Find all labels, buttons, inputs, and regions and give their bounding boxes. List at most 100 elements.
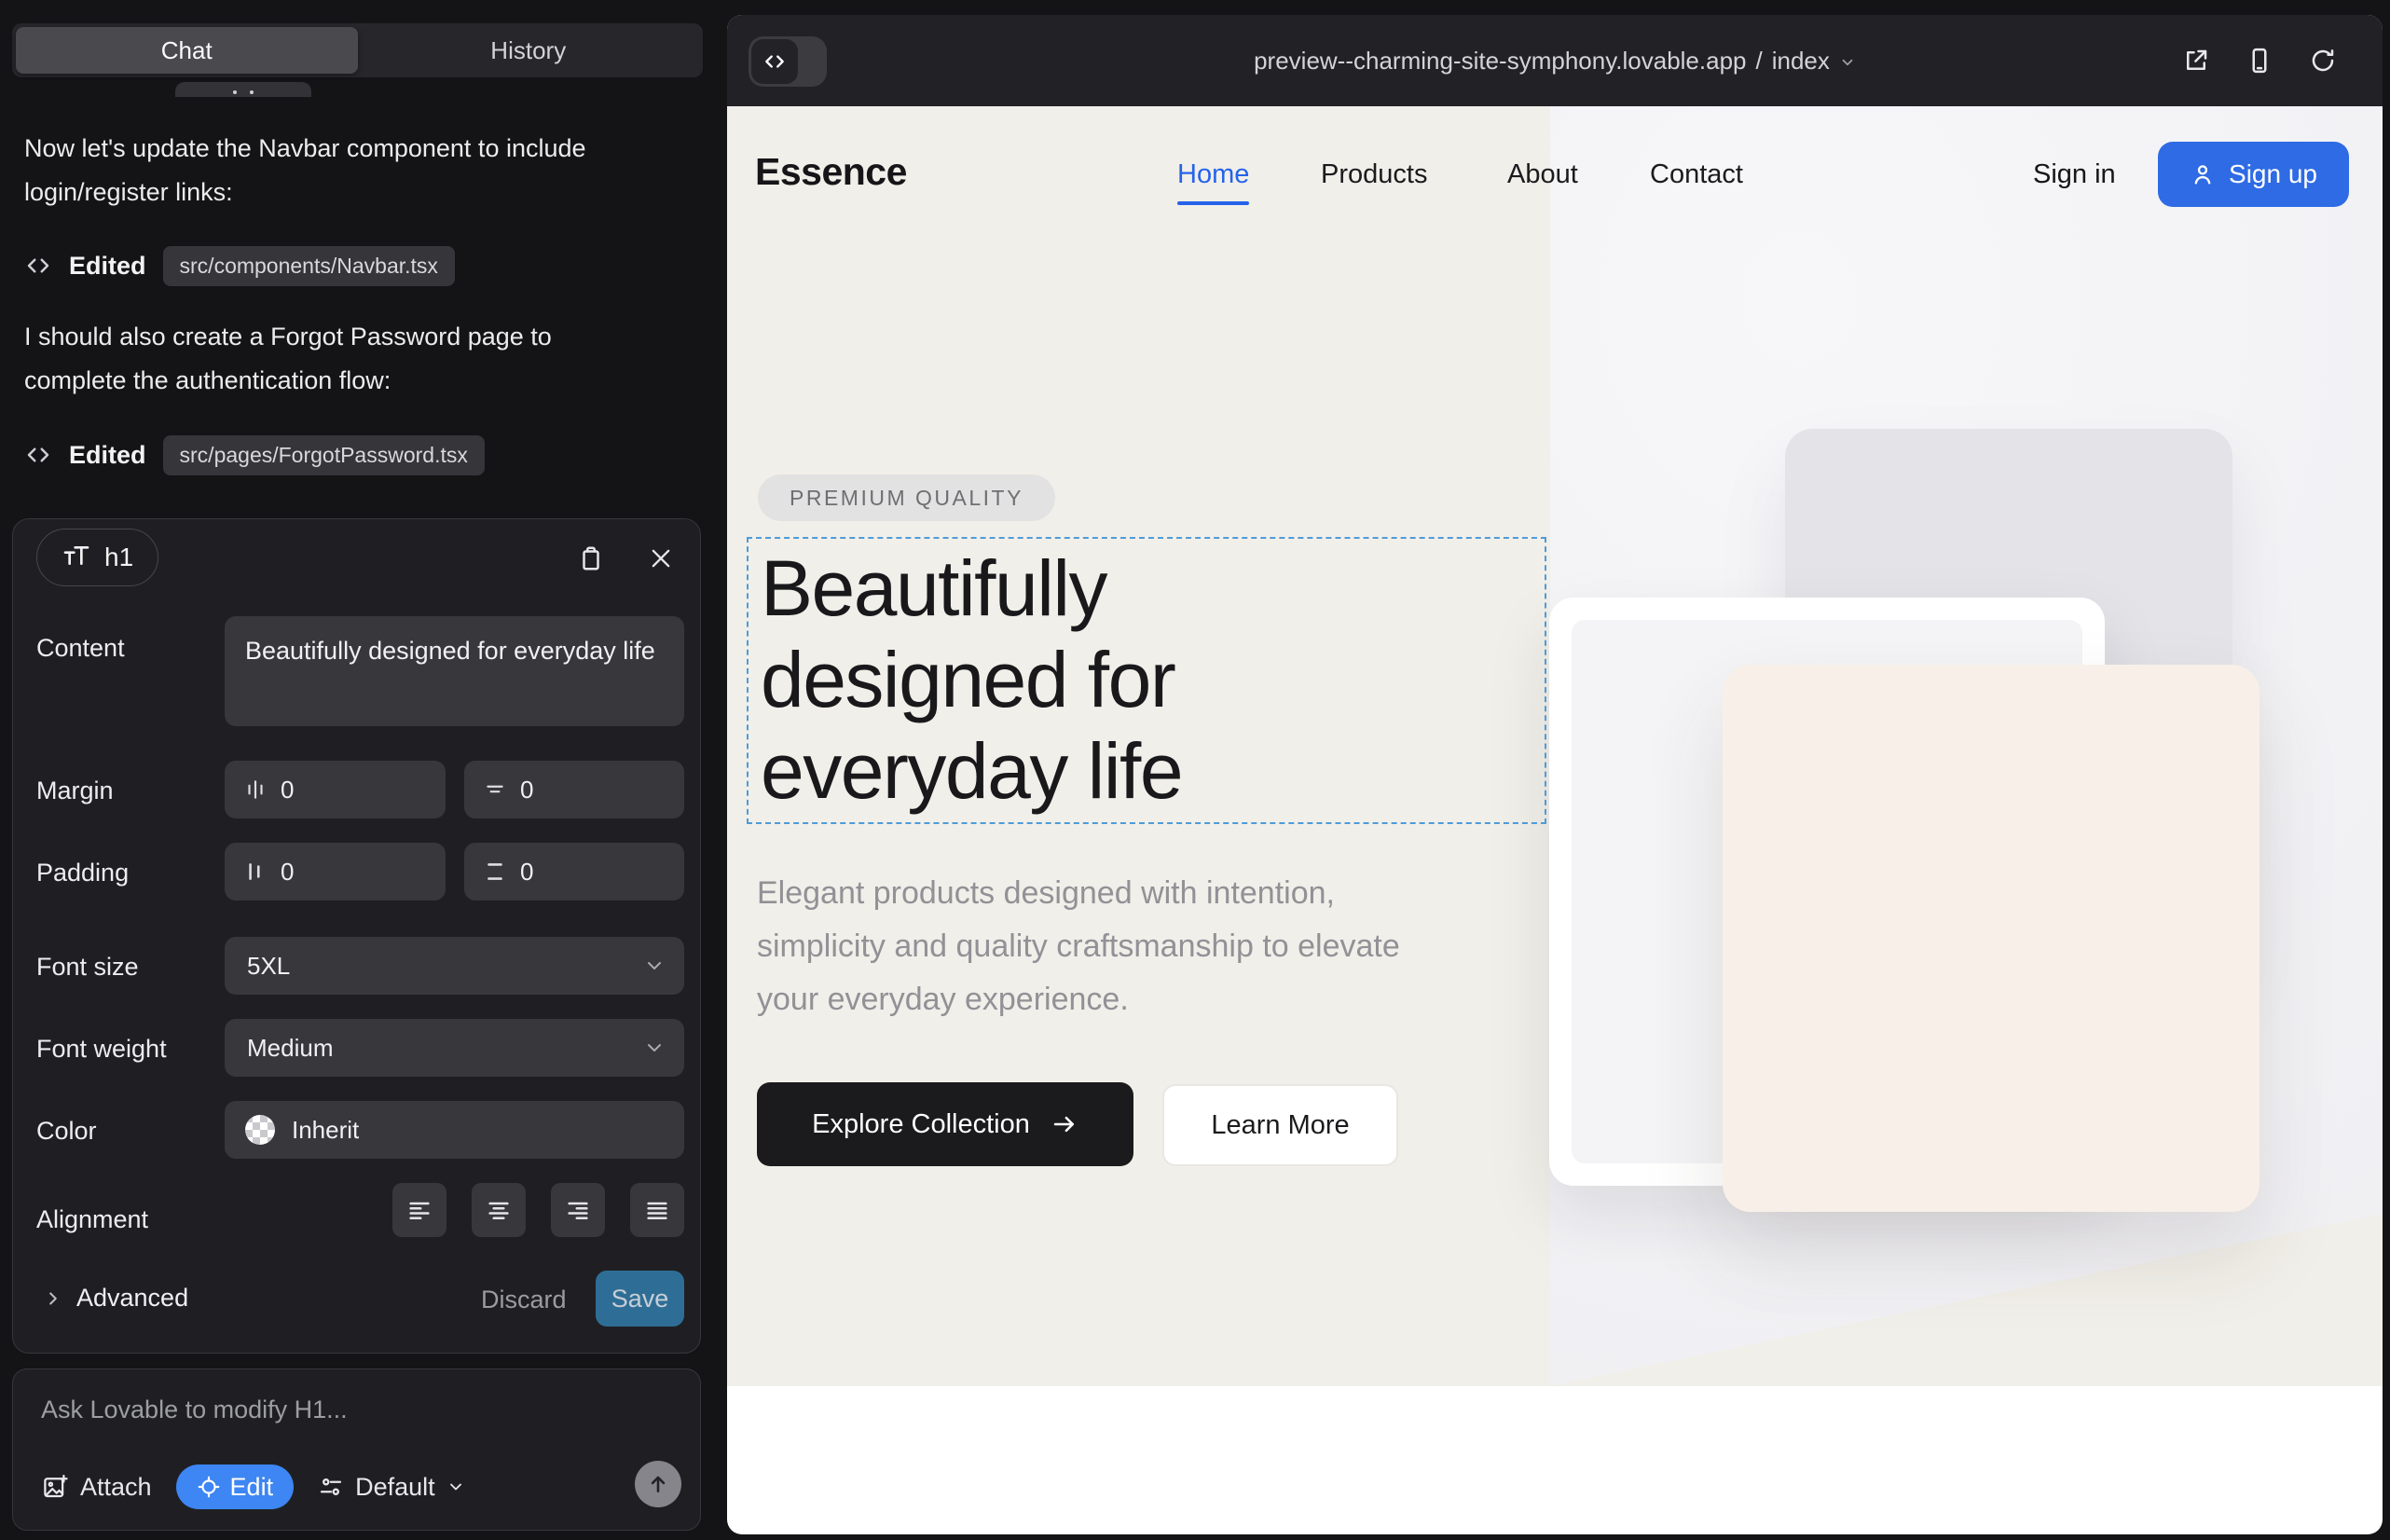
open-in-new-tab-button[interactable] (2177, 42, 2215, 79)
decor-card-cream (1723, 665, 2260, 1212)
edited-file-row: Edited src/components/Navbar.tsx (24, 244, 455, 287)
padding-vertical-icon (483, 859, 507, 884)
target-icon (197, 1475, 221, 1499)
close-icon (648, 545, 674, 571)
nav-link-about[interactable]: About (1507, 159, 1578, 190)
chevron-down-icon (446, 1478, 465, 1496)
color-select[interactable]: Inherit (225, 1101, 684, 1159)
composer-input[interactable] (41, 1396, 656, 1451)
padding-label: Padding (36, 859, 129, 887)
advanced-label: Advanced (76, 1284, 188, 1313)
lovable-app: Chat History Now let's update the Navbar… (0, 0, 2390, 1540)
edit-mode-button[interactable]: Edit (176, 1464, 295, 1509)
scrolled-chip-partial (175, 82, 311, 97)
send-button[interactable] (635, 1461, 681, 1507)
preview-url-dropdown[interactable]: preview--charming-site-symphony.lovable.… (727, 15, 2383, 106)
file-chip[interactable]: src/components/Navbar.tsx (163, 246, 455, 286)
padding-vertical-field[interactable] (464, 843, 684, 901)
site-brand[interactable]: Essence (755, 150, 907, 194)
file-chip[interactable]: src/pages/ForgotPassword.tsx (163, 435, 485, 475)
margin-horizontal-field[interactable] (225, 761, 446, 818)
nav-link-home[interactable]: Home (1177, 159, 1249, 190)
edited-label: Edited (69, 252, 146, 281)
align-left-icon (406, 1197, 433, 1223)
refresh-icon (2309, 47, 2337, 75)
chevron-down-icon (643, 1037, 666, 1059)
code-icon (24, 441, 52, 469)
mobile-view-button[interactable] (2241, 42, 2278, 79)
tab-chat[interactable]: Chat (16, 27, 358, 74)
align-right-button[interactable] (551, 1183, 605, 1237)
font-weight-select[interactable]: Medium (225, 1019, 684, 1077)
preview-chrome-bar: preview--charming-site-symphony.lovable.… (727, 15, 2383, 106)
element-tag: h1 (104, 543, 133, 572)
smartphone-icon (2246, 47, 2273, 75)
padding-horizontal-icon (243, 859, 268, 884)
font-size-select[interactable]: 5XL (225, 937, 684, 995)
padding-horizontal-field[interactable] (225, 843, 446, 901)
edit-label: Edit (230, 1473, 274, 1502)
nav-link-contact[interactable]: Contact (1650, 159, 1743, 190)
close-editor-button[interactable] (642, 540, 680, 577)
explore-collection-button[interactable]: Explore Collection (757, 1082, 1133, 1166)
image-plus-icon (41, 1473, 69, 1501)
edited-label: Edited (69, 441, 146, 470)
preview-window: preview--charming-site-symphony.lovable.… (727, 15, 2383, 1534)
align-center-button[interactable] (472, 1183, 526, 1237)
content-label: Content (36, 634, 125, 663)
nav-link-products[interactable]: Products (1321, 159, 1427, 190)
site-navbar: Essence Home Products About Contact Sign… (727, 137, 2383, 213)
sign-in-link[interactable]: Sign in (2033, 159, 2116, 190)
hero-heading[interactable]: Beautifully designed for everyday life (761, 543, 1413, 817)
element-editor-panel: h1 Content Beautifully designed for ever… (12, 518, 701, 1354)
default-label: Default (355, 1473, 435, 1502)
sign-up-button[interactable]: Sign up (2158, 142, 2349, 207)
chat-composer: Attach Edit Default (12, 1368, 701, 1531)
save-button[interactable]: Save (596, 1271, 684, 1327)
chevron-right-icon (43, 1288, 63, 1309)
margin-label: Margin (36, 777, 114, 805)
tab-history[interactable]: History (358, 27, 700, 74)
align-left-button[interactable] (392, 1183, 446, 1237)
align-justify-button[interactable] (630, 1183, 684, 1237)
chevron-down-icon (1839, 54, 1856, 71)
attach-button[interactable]: Attach (41, 1473, 152, 1502)
delete-element-button[interactable] (572, 540, 610, 577)
content-input[interactable]: Beautifully designed for everyday life (225, 616, 684, 726)
preview-url: preview--charming-site-symphony.lovable.… (1254, 47, 1746, 76)
refresh-button[interactable] (2304, 42, 2342, 79)
premium-quality-badge: PREMIUM QUALITY (758, 474, 1055, 521)
font-size-label: Font size (36, 953, 139, 982)
trash-icon (577, 544, 605, 572)
edited-file-row: Edited src/pages/ForgotPassword.tsx (24, 433, 485, 476)
chat-history-tabbar: Chat History (12, 23, 703, 77)
chat-message: I should also create a Forgot Password p… (24, 315, 621, 403)
padding-vertical-input[interactable] (520, 858, 613, 887)
sliders-icon (318, 1474, 344, 1500)
margin-vertical-input[interactable] (520, 776, 613, 804)
color-label: Color (36, 1117, 97, 1146)
arrow-right-icon (1051, 1110, 1078, 1138)
url-separator: / (1756, 47, 1763, 76)
site-hero-section: Essence Home Products About Contact Sign… (727, 106, 2383, 1386)
user-icon (2190, 161, 2216, 187)
code-icon (751, 39, 798, 84)
font-weight-value: Medium (247, 1034, 643, 1063)
padding-horizontal-input[interactable] (281, 858, 374, 887)
color-value: Inherit (292, 1116, 684, 1145)
arrow-up-icon (646, 1472, 670, 1496)
learn-more-button[interactable]: Learn More (1162, 1084, 1398, 1166)
alignment-label: Alignment (36, 1205, 148, 1234)
hero-description: Elegant products designed with intention… (757, 867, 1465, 1026)
margin-horizontal-input[interactable] (281, 776, 374, 804)
type-icon (62, 543, 91, 572)
margin-horizontal-icon (243, 777, 268, 802)
align-right-icon (565, 1197, 591, 1223)
model-default-dropdown[interactable]: Default (318, 1473, 465, 1502)
advanced-toggle[interactable]: Advanced (43, 1284, 188, 1313)
margin-vertical-field[interactable] (464, 761, 684, 818)
code-view-toggle[interactable] (749, 36, 827, 87)
discard-button[interactable]: Discard (481, 1286, 567, 1314)
selected-element-pill[interactable]: h1 (36, 529, 158, 586)
align-justify-icon (644, 1197, 670, 1223)
